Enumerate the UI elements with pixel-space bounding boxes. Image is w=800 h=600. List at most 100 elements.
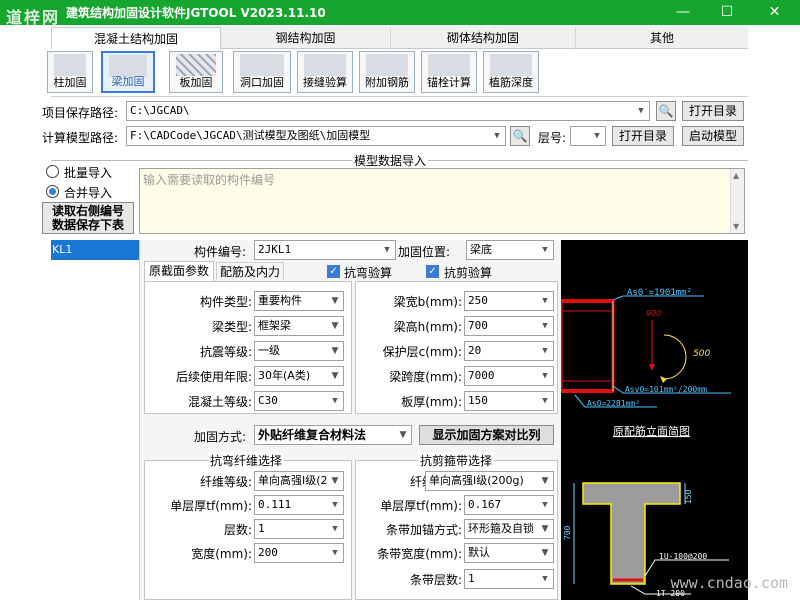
t-section [582,482,681,585]
component-type-combo[interactable]: 重要构件 ▼ [254,291,344,311]
sec-150-text: 150 [684,489,693,504]
chevron-down-icon[interactable]: ▼ [327,317,343,335]
main-tabs: 混凝土结构加固 钢结构加固 砌体结构加固 其他 [51,27,748,49]
service-life-combo[interactable]: 30年(A类) ▼ [254,366,344,386]
chevron-down-icon[interactable]: ▼ [327,472,343,490]
chevron-down-icon[interactable]: ▼ [633,102,649,120]
chevron-down-icon[interactable]: ▼ [537,317,553,335]
chevron-down-icon[interactable]: ▼ [537,544,553,562]
chevron-down-icon[interactable]: ▼ [489,127,505,145]
chevron-down-icon[interactable]: ▼ [327,520,343,538]
chevron-down-icon[interactable]: ▼ [327,392,343,410]
chevron-down-icon[interactable]: ▼ [395,426,411,444]
flex-check-label: 抗弯验算 [344,266,393,280]
beam-height-label: 梁高h(mm): [393,320,462,334]
beam-width-input[interactable]: 250 ▼ [464,291,554,311]
flex-layer-thickness-combo[interactable]: 0.111 ▼ [254,495,344,515]
tab-original-section[interactable]: 原截面参数 [144,261,214,281]
arrow-down-icon[interactable]: ▼ [733,222,739,231]
floor-combo[interactable]: ▼ [570,126,606,146]
batch-import-radio[interactable] [46,165,59,178]
span-label: 梁跨度(mm): [389,370,462,384]
strip-layers-combo[interactable]: 1 ▼ [464,569,554,589]
cover-label: 保护层c(mm): [382,345,462,359]
slab-thickness-input[interactable]: 150 ▼ [464,391,554,411]
search-icon[interactable]: 🔍 [510,126,530,146]
read-save-button[interactable]: 读取右侧编号 数据保存下表 [42,202,134,234]
scrollbar[interactable]: ▲ ▼ [730,169,744,233]
tab-masonry[interactable]: 砌体结构加固 [391,27,576,49]
anchor-calc-button[interactable]: 锚栓计算 [421,51,477,93]
tab-other[interactable]: 其他 [576,27,748,49]
site-logo: 道梓网 [6,8,61,27]
search-icon[interactable]: 🔍 [656,101,676,121]
chevron-down-icon[interactable]: ▼ [537,472,553,490]
concrete-grade-combo[interactable]: C30 ▼ [254,391,344,411]
beam-reinforce-button[interactable]: 梁加固 [101,51,155,93]
start-model-button[interactable]: 启动模型 [682,126,744,146]
shear-fiber-grade-combo[interactable]: 单向高强I级(200g) ▼ [425,471,554,491]
show-compare-button[interactable]: 显示加固方案对比列 [419,425,554,445]
column-reinforce-button[interactable]: 柱加固 [47,51,93,93]
slab-reinforce-button[interactable]: 板加固 [169,51,223,93]
close-button[interactable]: ✕ [749,0,800,25]
flex-width-combo[interactable]: 200 ▼ [254,543,344,563]
seismic-grade-combo[interactable]: 一级 ▼ [254,341,344,361]
component-id-input[interactable]: 输入需要读取的构件编号 ▲ ▼ [139,168,745,234]
cad-preview: As0′=1901mm² 900 500 Asv0=101mm²/200mm A… [561,240,748,600]
arrow-up-icon[interactable]: ▲ [733,171,739,180]
reinforce-position-combo[interactable]: 梁底 ▼ [466,240,554,260]
flex-check-checkbox[interactable]: ✓ [327,265,340,278]
chevron-down-icon[interactable]: ▼ [537,342,553,360]
bar-planting-depth-button[interactable]: 植筋深度 [483,51,539,93]
chevron-down-icon[interactable]: ▼ [327,292,343,310]
chevron-down-icon[interactable]: ▼ [537,367,553,385]
opening-reinforce-button[interactable]: 洞口加固 [233,51,291,93]
chevron-down-icon[interactable]: ▼ [589,127,605,145]
method-combo[interactable]: 外贴纤维复合材料法 ▼ [254,425,412,445]
chevron-down-icon[interactable]: ▼ [327,496,343,514]
shear-check-checkbox[interactable]: ✓ [426,265,439,278]
chevron-down-icon[interactable]: ▼ [327,342,343,360]
component-id-combo[interactable]: 2JKL1 ▼ [254,240,396,260]
flex-layers-combo[interactable]: 1 ▼ [254,519,344,539]
minimize-button[interactable]: — [661,0,705,25]
extra-rebar-button[interactable]: 附加钢筋 [359,51,415,93]
chevron-down-icon[interactable]: ▼ [327,367,343,385]
chevron-down-icon[interactable]: ▼ [537,496,553,514]
open-dir-button-2[interactable]: 打开目录 [612,126,674,146]
save-path-combo[interactable]: C:\JGCAD\ ▼ [126,101,650,121]
chevron-down-icon[interactable]: ▼ [537,520,553,538]
anchor-icon [428,54,470,76]
strip-width-combo[interactable]: 默认 ▼ [464,543,554,563]
chevron-down-icon[interactable]: ▼ [537,392,553,410]
slab-thickness-label: 板厚(mm): [401,395,462,409]
shear-layer-thickness-combo[interactable]: 0.167 ▼ [464,495,554,515]
beam-height-input[interactable]: 700 ▼ [464,316,554,336]
joint-check-button[interactable]: 接缝验算 [297,51,353,93]
cover-input[interactable]: 20 ▼ [464,341,554,361]
tab-concrete[interactable]: 混凝土结构加固 [51,27,221,49]
calc-path-combo[interactable]: F:\CADCode\JGCAD\测试模型及图纸\加固模型 ▼ [126,126,506,146]
strip-layers-label: 条带层数: [409,573,462,587]
open-dir-button[interactable]: 打开目录 [682,101,744,121]
chevron-down-icon[interactable]: ▼ [537,292,553,310]
dim-900-text: 900 [646,309,661,318]
maximize-button[interactable]: ☐ [705,0,749,25]
beam-type-combo[interactable]: 框架梁 ▼ [254,316,344,336]
flex-fiber-grade-combo[interactable]: 单向高强I级(200g) ▼ [254,471,344,491]
strip-anchor-combo[interactable]: 环形箍及自锁 ▼ [464,519,554,539]
shear-fiber-title: 抗剪箍带选择 [418,452,495,469]
chevron-down-icon[interactable]: ▼ [537,241,553,259]
chevron-down-icon[interactable]: ▼ [379,241,395,259]
tab-rebar-force[interactable]: 配筋及内力 [216,262,284,280]
asv-text: Asv0=101mm²/200mm [625,385,707,394]
span-input[interactable]: 7000 ▼ [464,366,554,386]
tab-steel[interactable]: 钢结构加固 [221,27,391,49]
method-label: 加固方式: [194,430,247,444]
strip-width-label: 条带宽度(mm): [377,547,462,561]
chevron-down-icon[interactable]: ▼ [537,570,553,588]
list-item[interactable]: KL1 [51,240,139,260]
merge-import-radio[interactable] [46,185,59,198]
chevron-down-icon[interactable]: ▼ [327,544,343,562]
